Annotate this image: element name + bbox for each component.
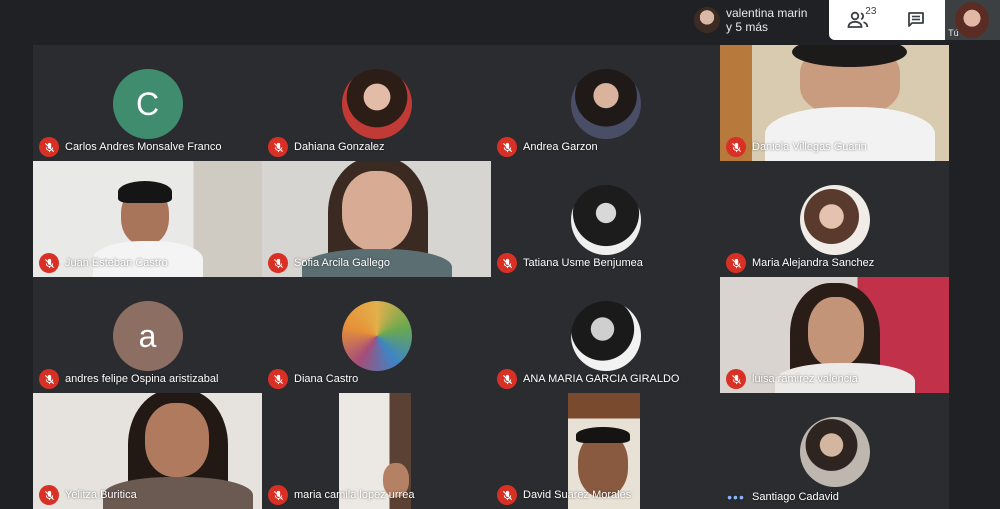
participant-label: David Suarez Morales [497,485,631,505]
participant-name: Santiago Cadavid [752,491,839,503]
participant-label: andres felipe Ospina aristizabal [39,369,218,389]
avatar-photo [799,185,870,255]
participant-label: maria camila lopez urrea [268,485,414,505]
avatar: C [112,69,183,139]
participant-label: Carlos Andres Monsalve Franco [39,137,222,157]
self-view-tile[interactable]: Tú [945,0,1000,40]
avatar-photo [570,185,641,255]
mic-off-icon [39,485,59,505]
avatar-photo [570,301,641,371]
participant-tile[interactable]: Tatiana Usme Benjumea [491,161,720,277]
avatar-photo [799,417,870,487]
mic-off-icon [268,485,288,505]
presenter-more: y 5 más [726,20,769,34]
avatar-photo [341,69,412,139]
presenter-name: valentina marin [726,6,808,20]
participant-name: Tatiana Usme Benjumea [523,257,643,269]
participant-tile[interactable]: C Carlos Andres Monsalve Franco [33,45,262,161]
participant-tile[interactable]: Andrea Garzon [491,45,720,161]
participant-tile[interactable]: Juan Esteban Castro [33,161,262,277]
participant-name: andres felipe Ospina aristizabal [65,373,219,385]
participant-tile[interactable]: Daniela Villegas Guarin [720,45,949,161]
chat-button[interactable] [896,0,936,40]
participant-tile[interactable]: ANA MARIA GARCIA GIRALDO [491,277,720,393]
mic-off-icon [39,137,59,157]
participant-tile[interactable]: Diana Castro [262,277,491,393]
participant-tile[interactable]: maria camila lopez urrea [262,393,491,509]
participant-name: Maria Alejandra Sanchez [752,257,875,269]
participant-tile[interactable]: Yelitza Buritica [33,393,262,509]
presenter-avatar [694,7,720,33]
participant-name: Daniela Villegas Guarin [752,141,867,153]
participant-name: Juan Esteban Castro [65,257,168,269]
people-button[interactable]: 23 [838,0,878,40]
participant-label: Dahiana Gonzalez [268,137,385,157]
participant-grid: C Carlos Andres Monsalve Franco Dahiana … [33,45,949,509]
participant-tile[interactable]: Dahiana Gonzalez [262,45,491,161]
top-bar: valentina marin y 5 más 23 Tú [688,0,1000,40]
people-count: 23 [865,6,877,17]
participant-name: David Suarez Morales [523,489,632,501]
participant-label: Maria Alejandra Sanchez [726,253,874,273]
participant-label: Tatiana Usme Benjumea [497,253,643,273]
meeting-controls: 23 [829,0,946,40]
mic-off-icon [39,369,59,389]
mic-off-icon [497,253,517,273]
mic-off-icon [726,253,746,273]
participant-tile[interactable]: David Suarez Morales [491,393,720,509]
participant-tile[interactable]: ••• Santiago Cadavid [720,393,949,509]
chat-icon [908,12,925,27]
mic-off-icon [268,369,288,389]
mic-off-icon [39,253,59,273]
participant-tile[interactable]: luisa ramirez valencia [720,277,949,393]
participant-name: luisa ramirez valencia [752,373,858,385]
participant-label: ANA MARIA GARCIA GIRALDO [497,369,680,389]
self-video [955,2,990,38]
mic-off-icon [497,137,517,157]
mic-off-icon [497,485,517,505]
avatar-photo [570,69,641,139]
participant-name: Dahiana Gonzalez [294,141,385,153]
participant-label: Sofia Arcila Gallego [268,253,390,273]
participant-name: Andrea Garzon [523,141,598,153]
mic-off-icon [268,137,288,157]
presenter-text: valentina marin y 5 más [726,6,807,34]
mic-off-icon [268,253,288,273]
avatar-photo [341,301,412,371]
participant-name: Diana Castro [294,373,359,385]
participant-label: Andrea Garzon [497,137,598,157]
participant-name: ANA MARIA GARCIA GIRALDO [523,373,680,385]
participant-tile[interactable]: a andres felipe Ospina aristizabal [33,277,262,393]
mic-off-icon [726,137,746,157]
participant-label: Daniela Villegas Guarin [726,137,867,157]
participant-label: Diana Castro [268,369,358,389]
mic-off-icon [726,369,746,389]
participant-tile[interactable]: Sofia Arcila Gallego [262,161,491,277]
presentation-indicator[interactable]: valentina marin y 5 más [688,0,830,40]
mic-off-icon [497,369,517,389]
avatar: a [112,301,183,371]
participant-label: Yelitza Buritica [39,485,137,505]
participant-name: maria camila lopez urrea [294,489,415,501]
self-label: Tú [948,28,959,38]
participant-label: Juan Esteban Castro [39,253,168,273]
participant-name: Yelitza Buritica [65,489,137,501]
participant-name: Carlos Andres Monsalve Franco [65,141,222,153]
participant-label: luisa ramirez valencia [726,369,858,389]
participant-name: Sofia Arcila Gallego [294,257,390,269]
participant-tile[interactable]: Maria Alejandra Sanchez [720,161,949,277]
